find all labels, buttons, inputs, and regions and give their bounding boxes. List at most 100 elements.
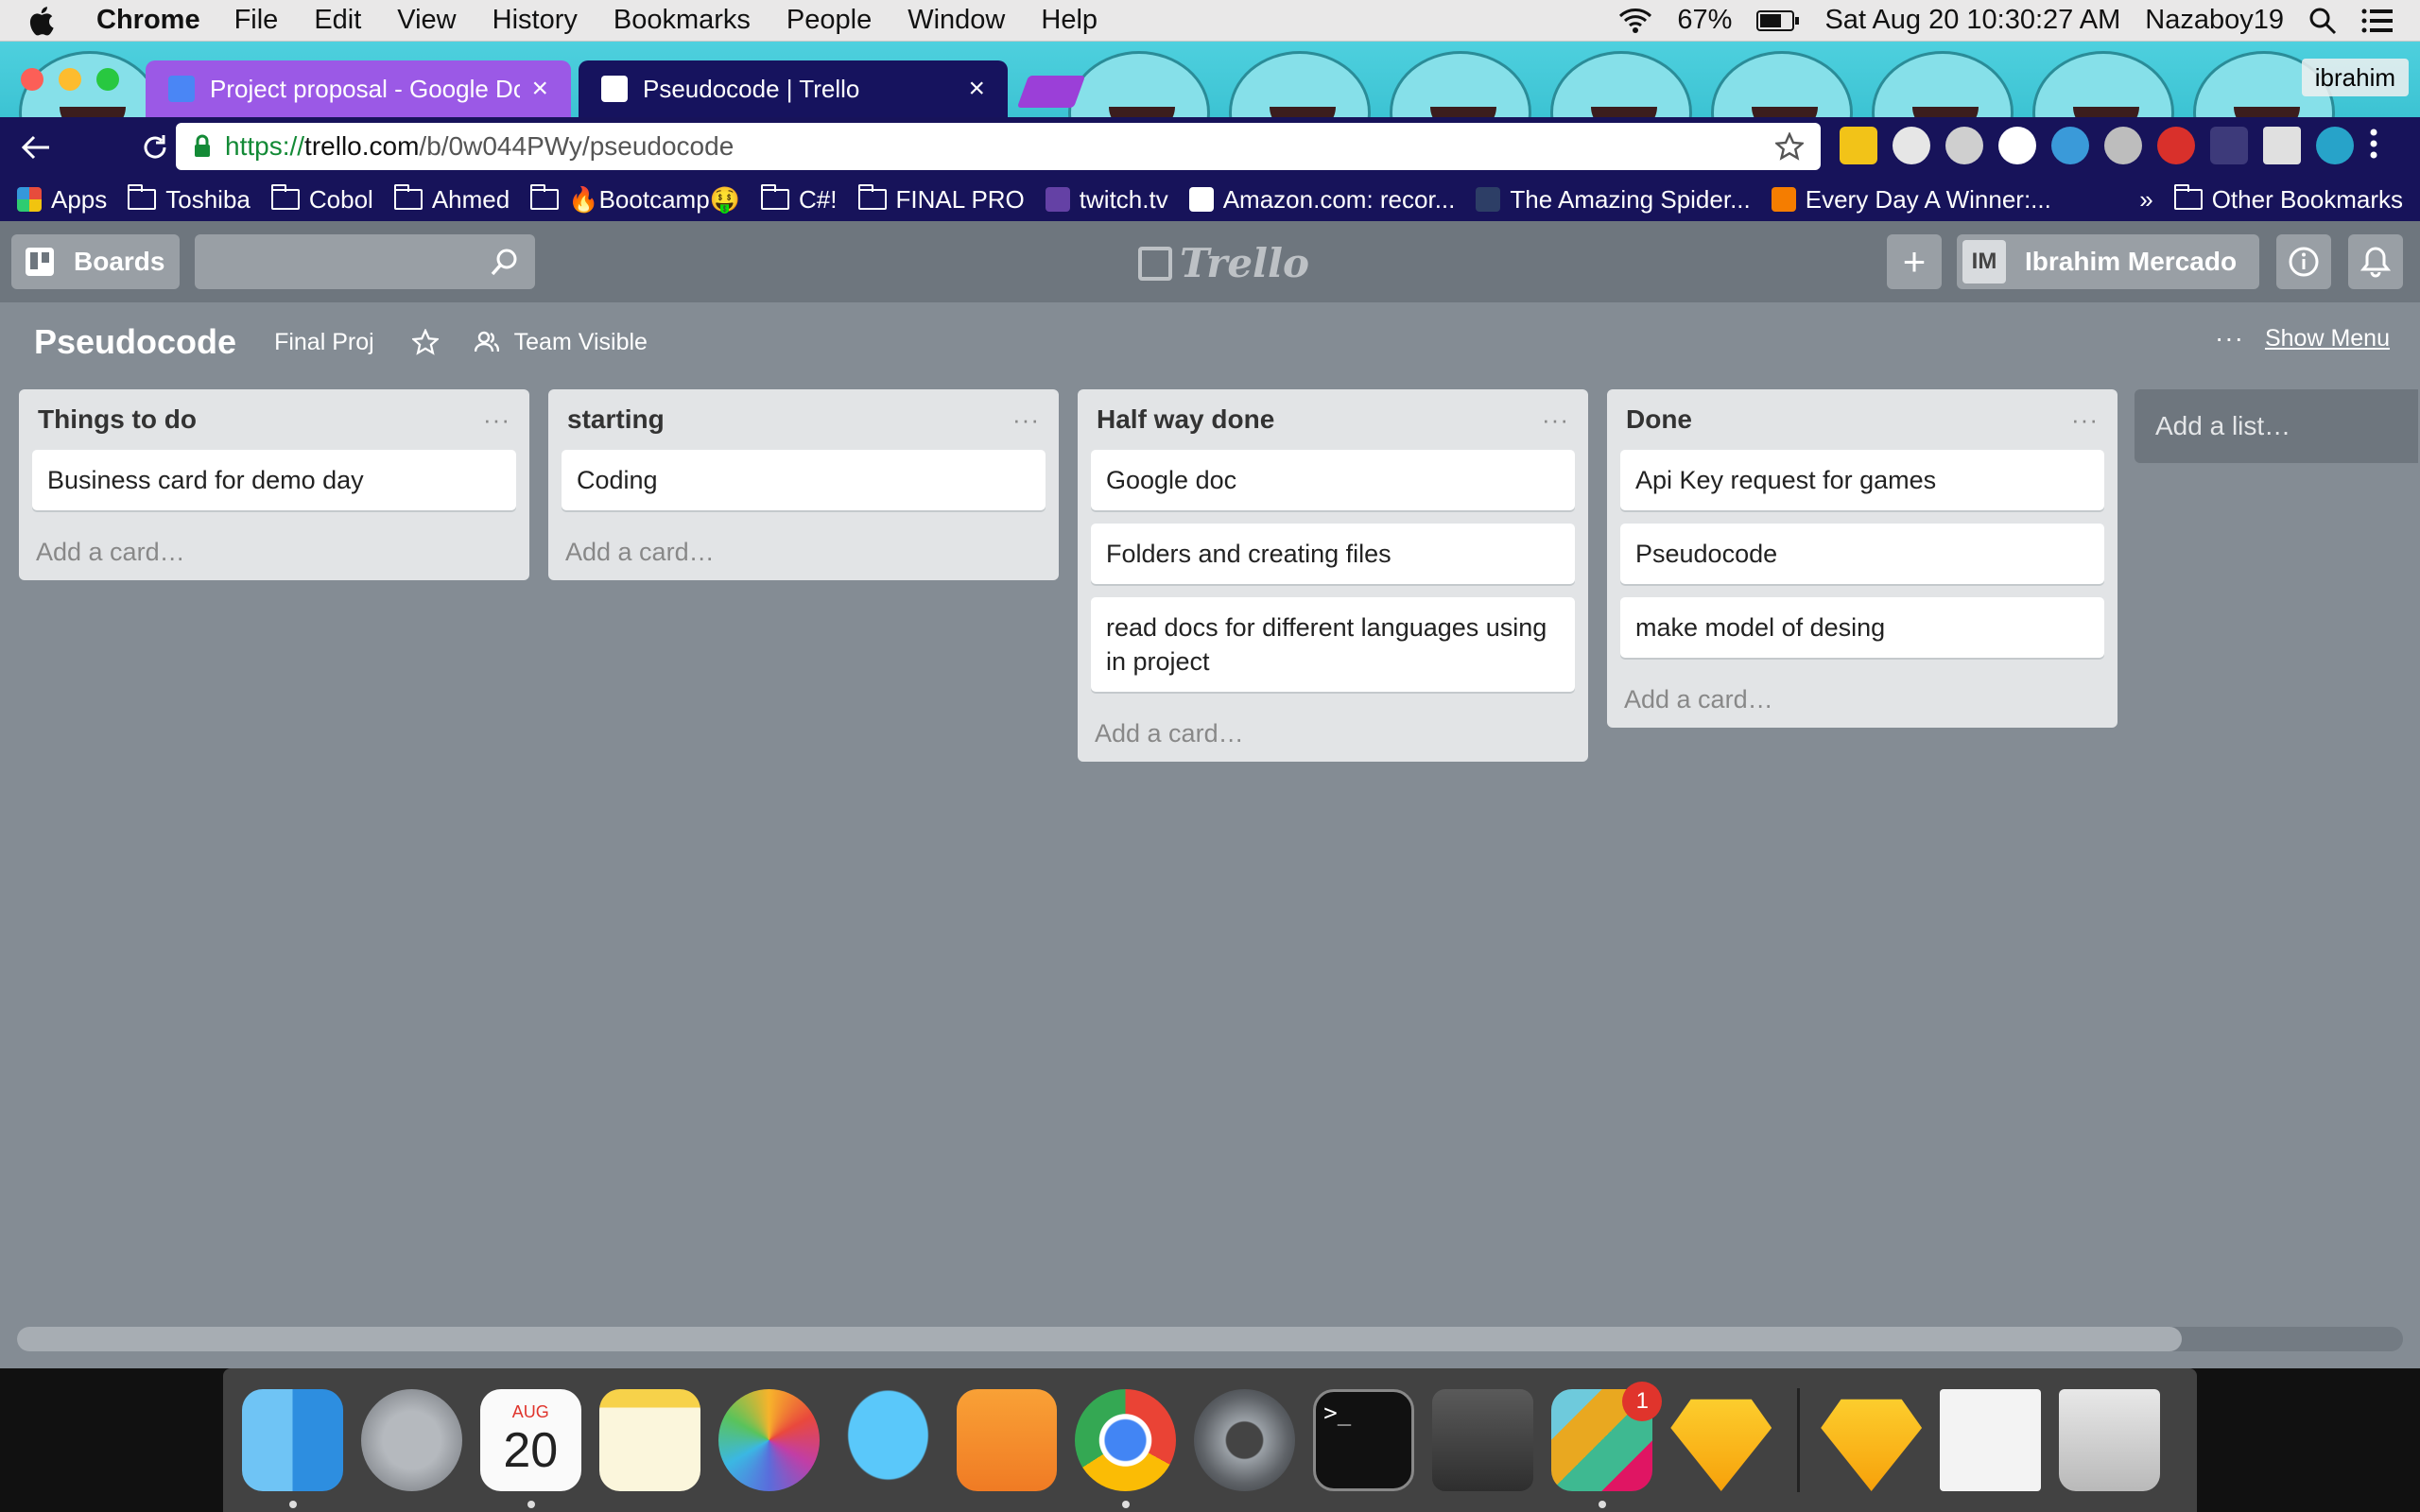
menu-people[interactable]: People [786,5,872,36]
messages-icon[interactable] [837,1389,939,1491]
sketch-icon[interactable] [1670,1399,1772,1491]
create-button[interactable]: + [1887,234,1942,289]
sketch-document-icon[interactable] [1821,1399,1923,1491]
adblock-icon[interactable] [2157,127,2195,164]
back-button[interactable] [13,125,59,170]
app-menu-chrome[interactable]: Chrome [96,5,200,36]
list-menu-icon[interactable]: ··· [1012,405,1040,435]
battery-icon[interactable] [1756,9,1800,32]
bookmark-twitch[interactable]: twitch.tv [1045,185,1168,215]
board-title[interactable]: Pseudocode [34,322,236,362]
menu-file[interactable]: File [234,5,279,36]
bookmark-apps[interactable]: Apps [17,185,107,215]
list-title[interactable]: Done [1626,404,1692,435]
bookmark-spider[interactable]: The Amazing Spider... [1476,185,1751,215]
address-bar[interactable]: https:// trello.com /b/0w044PWy/pseudoco… [176,123,1821,170]
tab-google-docs[interactable]: Project proposal - Google Doc × [146,60,571,117]
menu-help[interactable]: Help [1041,5,1098,36]
board-team-link[interactable]: Final Proj [274,329,374,356]
bookmark-folder-csharp[interactable]: C#! [761,184,838,215]
trello-logo[interactable]: Trello [1138,240,1309,286]
card[interactable]: Pseudocode [1620,524,2104,584]
window-zoom-button[interactable] [96,68,119,91]
tab-trello[interactable]: Pseudocode | Trello × [579,60,1008,117]
scrollbar-thumb[interactable] [17,1327,2182,1351]
list-title[interactable]: starting [567,404,665,435]
list-title[interactable]: Things to do [38,404,197,435]
close-tab-icon[interactable]: × [531,73,548,105]
visibility-button[interactable]: Team Visible [474,329,648,356]
list-header[interactable]: Things to do ··· [32,389,516,450]
star-board-icon[interactable] [411,329,439,355]
launchpad-icon[interactable] [360,1389,462,1491]
extension-m-icon[interactable] [1945,127,1983,164]
add-card-button[interactable]: Add a card… [1620,671,2104,728]
list-menu-icon[interactable]: ··· [483,405,510,435]
add-list-button[interactable]: Add a list… [2135,389,2418,463]
new-tab-button[interactable] [1016,76,1086,108]
list-header[interactable]: starting ··· [562,389,1046,450]
wifi-icon[interactable] [1618,8,1652,34]
extension-play-icon[interactable] [2104,127,2142,164]
boards-button[interactable]: Boards [11,234,180,289]
window-close-button[interactable] [21,68,43,91]
bookmark-star-icon[interactable] [1775,132,1804,161]
chrome-menu-icon[interactable] [2369,127,2388,164]
bookmark-folder-cobol[interactable]: Cobol [270,184,373,215]
bookmark-folder-final-pro[interactable]: FINAL PRO [857,184,1025,215]
finder-icon[interactable] [242,1389,343,1508]
card[interactable]: make model of desing [1620,597,2104,658]
horizontal-scrollbar[interactable] [17,1327,2403,1351]
card[interactable]: Api Key request for games [1620,450,2104,510]
card[interactable]: Folders and creating files [1091,524,1575,584]
pages-icon[interactable] [956,1389,1058,1491]
trash-icon[interactable] [2059,1389,2160,1491]
add-card-button[interactable]: Add a card… [1091,705,1575,762]
user-menu[interactable]: Nazaboy19 [2145,5,2284,36]
extension-globe-icon[interactable] [2051,127,2089,164]
extension-circle-icon[interactable] [1998,127,2036,164]
extension-w-icon[interactable] [2316,127,2354,164]
photos-icon[interactable] [717,1389,820,1491]
list-header[interactable]: Half way done ··· [1091,389,1575,450]
bookmark-folder-ahmed[interactable]: Ahmed [393,184,510,215]
bookmark-folder-bootcamp[interactable]: 🔥Bootcamp🤑 [530,184,740,215]
extension-qr-icon[interactable] [2263,127,2301,164]
trello-search-input[interactable] [195,234,535,289]
card[interactable]: Business card for demo day [32,450,516,510]
chrome-icon[interactable] [1075,1389,1177,1508]
list-menu-icon[interactable]: ··· [2071,405,2099,435]
info-button[interactable] [2276,234,2331,289]
notification-center-icon[interactable] [2361,8,2394,34]
bookmark-amazon[interactable]: Amazon.com: recor... [1188,185,1455,215]
bookmark-every-day-winner[interactable]: Every Day A Winner:... [1771,185,2051,215]
apple-menu-icon[interactable] [26,4,59,38]
calendar-icon[interactable]: AUG 20 [479,1389,581,1508]
add-card-button[interactable]: Add a card… [562,524,1046,580]
menu-bookmarks[interactable]: Bookmarks [614,5,751,36]
list-title[interactable]: Half way done [1097,404,1274,435]
menu-history[interactable]: History [493,5,578,36]
card[interactable]: read docs for different languages using … [1091,597,1575,692]
reload-button[interactable] [132,125,178,170]
downloads-stack-icon[interactable] [1940,1389,2042,1491]
lock-icon[interactable] [193,134,212,159]
bookmark-folder-toshiba[interactable]: Toshiba [128,184,251,215]
menu-view[interactable]: View [397,5,456,36]
notifications-button[interactable] [2348,234,2403,289]
menu-edit[interactable]: Edit [314,5,361,36]
bookmarks-overflow-chevron[interactable]: » [2139,185,2152,215]
list-header[interactable]: Done ··· [1620,389,2104,450]
menu-window[interactable]: Window [908,5,1005,36]
sublime-text-icon[interactable] [1432,1389,1534,1491]
window-minimize-button[interactable] [59,68,81,91]
slack-icon[interactable]: 1 [1551,1382,1663,1508]
card[interactable]: Coding [562,450,1046,510]
extension-checkmark-icon[interactable] [1840,127,1877,164]
card[interactable]: Google doc [1091,450,1575,510]
profile-button[interactable]: ibrahim [2301,59,2409,96]
system-preferences-icon[interactable] [1194,1389,1296,1491]
spotlight-search-icon[interactable] [2308,7,2337,35]
other-bookmarks-folder[interactable]: Other Bookmarks [2173,184,2403,215]
terminal-icon[interactable]: >_ [1313,1389,1415,1491]
